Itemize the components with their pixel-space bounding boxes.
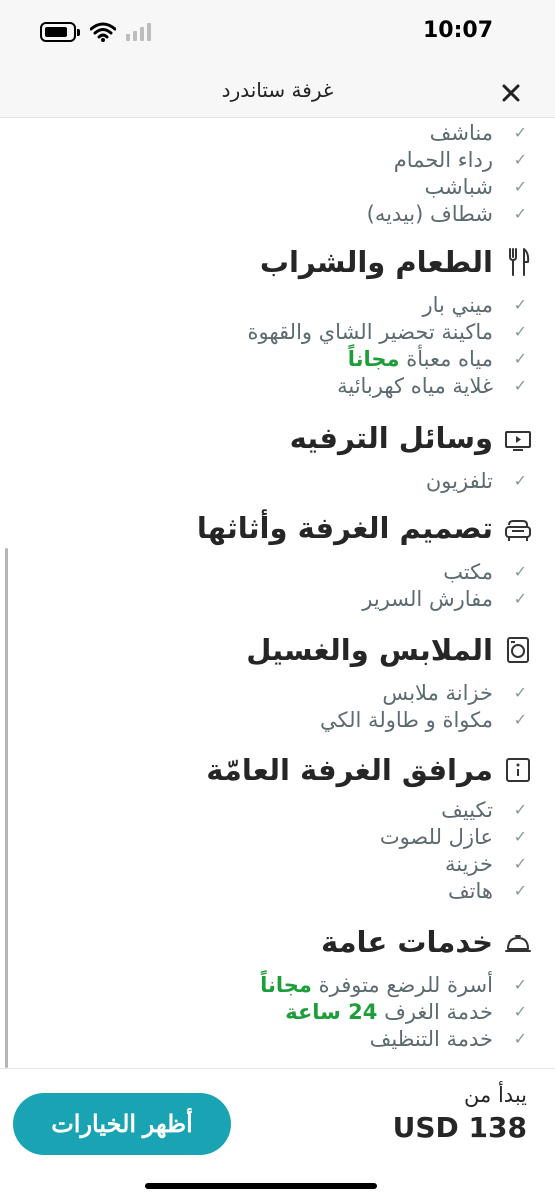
list-item: شباشب	[424, 175, 493, 199]
check-icon: ✓	[513, 800, 527, 819]
footer: يبدأ من USD 138 أظهر الخيارات	[0, 1068, 555, 1200]
list-item: غلاية مياه كهربائية	[337, 374, 493, 398]
item-label: مياه معبأة	[406, 347, 493, 371]
status-bar: 10:07	[0, 0, 555, 66]
wifi-icon	[90, 22, 116, 42]
list-item: مياه معبأة مجاناً	[348, 345, 493, 373]
section-title-food: الطعام والشراب	[259, 245, 493, 279]
check-icon: ✓	[513, 150, 527, 169]
info-icon	[506, 758, 530, 782]
check-icon: ✓	[513, 376, 527, 395]
close-button[interactable]	[496, 78, 526, 108]
free-badge: مجاناً	[347, 347, 400, 371]
free-badge: مجاناً	[260, 973, 312, 997]
hours-badge: 24 ساعة	[285, 1000, 378, 1024]
home-indicator[interactable]	[145, 1183, 377, 1189]
list-item: خزانة ملابس	[382, 681, 493, 705]
section-title-laundry: الملابس والغسيل	[246, 633, 493, 667]
list-item: خدمة التنظيف	[369, 1027, 493, 1051]
list-item: مكواة و طاولة الكي	[320, 708, 493, 732]
check-icon: ✓	[513, 854, 527, 873]
item-label: خدمة الغرف	[384, 1000, 493, 1024]
check-icon: ✓	[513, 710, 527, 729]
list-item: شطاف (بيديه)	[366, 202, 493, 226]
list-item: أسرة للرضع متوفرة مجاناً	[260, 971, 493, 999]
check-icon: ✓	[513, 562, 527, 581]
show-options-button[interactable]: أظهر الخيارات	[13, 1093, 231, 1155]
bell-icon	[505, 935, 531, 952]
section-title-general: مرافق الغرفة العامّة	[206, 753, 493, 787]
status-time: 10:07	[422, 18, 493, 43]
check-icon: ✓	[513, 683, 527, 702]
check-icon: ✓	[513, 881, 527, 900]
header: غرفة ستاندرد	[0, 66, 555, 118]
check-icon: ✓	[513, 349, 527, 368]
washing-machine-icon	[507, 637, 529, 663]
amenities-list[interactable]: ✓ مناشف ✓ رداء الحمام ✓ شباشب ✓ شطاف (بي…	[0, 119, 555, 1068]
list-item: عازل للصوت	[379, 825, 493, 849]
list-item: مكتب	[443, 560, 493, 584]
list-item: ماكينة تحضير الشاي والقهوة	[247, 320, 493, 344]
price-label: يبدأ من	[464, 1083, 527, 1107]
section-title-furniture: تصميم الغرفة وأثاثها	[196, 511, 493, 545]
battery-icon	[40, 22, 80, 42]
list-item: هاتف	[447, 879, 493, 903]
check-icon: ✓	[513, 204, 527, 223]
list-item: تلفزيون	[425, 469, 493, 493]
tv-icon	[505, 431, 531, 451]
list-item: مفارش السرير	[362, 587, 493, 611]
section-title-services: خدمات عامة	[321, 925, 493, 959]
list-item: ميني بار	[422, 293, 494, 317]
list-item: خزينة	[444, 852, 493, 876]
section-title-entertainment: وسائل الترفيه	[289, 421, 493, 455]
sofa-icon	[505, 520, 531, 541]
list-item: رداء الحمام	[393, 148, 493, 172]
list-item: خدمة الغرف 24 ساعة	[285, 998, 493, 1026]
check-icon: ✓	[513, 827, 527, 846]
price-value: USD 138	[392, 1111, 527, 1144]
check-icon: ✓	[513, 589, 527, 608]
check-icon: ✓	[513, 1029, 527, 1048]
check-icon: ✓	[513, 123, 527, 142]
list-item: تكييف	[441, 798, 493, 822]
check-icon: ✓	[513, 471, 527, 490]
status-icons	[40, 22, 151, 42]
page-title: غرفة ستاندرد	[221, 78, 334, 102]
check-icon: ✓	[513, 1002, 527, 1021]
list-item: مناشف	[429, 121, 493, 145]
scrollbar[interactable]	[5, 548, 8, 1068]
check-icon: ✓	[513, 177, 527, 196]
signal-icon	[126, 23, 151, 41]
fork-knife-icon	[509, 248, 530, 276]
check-icon: ✓	[513, 975, 527, 994]
item-label: أسرة للرضع متوفرة	[318, 973, 493, 997]
check-icon: ✓	[513, 322, 527, 341]
check-icon: ✓	[513, 295, 527, 314]
close-icon	[502, 84, 520, 102]
